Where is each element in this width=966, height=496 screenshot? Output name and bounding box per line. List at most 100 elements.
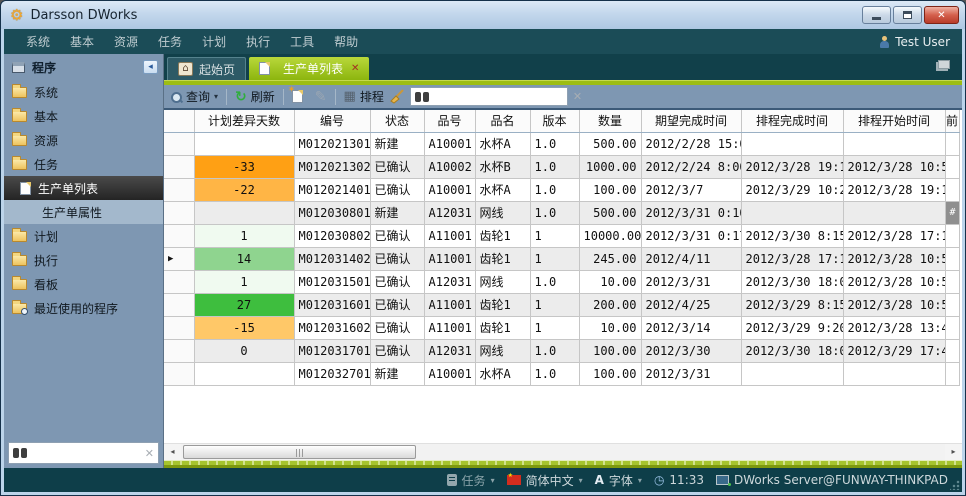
clear-schedule-button[interactable] [389,89,405,104]
cell-status[interactable]: 新建 [370,132,424,155]
cell-due[interactable]: 2012/3/31 [641,270,741,293]
table-row[interactable]: M012032701新建A10001水杯A1.0100.002012/3/31 [164,362,959,385]
menu-item[interactable]: 执行 [236,33,280,50]
column-header[interactable]: 编号 [294,110,370,132]
cell-diff[interactable]: -15 [194,316,294,339]
sidebar-search-input[interactable] [31,447,141,460]
cell-order_no[interactable]: M012031602 [294,316,370,339]
row-selector-cell[interactable] [164,178,194,201]
cell-order_no[interactable]: M012021302 [294,155,370,178]
cell-item_name[interactable]: 网线 [475,339,530,362]
cell-diff[interactable] [194,132,294,155]
cell-diff[interactable]: 0 [194,339,294,362]
cell-status[interactable]: 已确认 [370,224,424,247]
column-header[interactable]: 版本 [530,110,579,132]
cell-version[interactable]: 1.0 [530,155,579,178]
scroll-right-button[interactable]: ▸ [945,444,962,460]
row-selector-cell[interactable] [164,339,194,362]
cell-order_no[interactable]: M012032701 [294,362,370,385]
statusbar-task-menu[interactable]: 任务 ▾ [447,472,495,489]
cell-due[interactable]: 2012/3/14 [641,316,741,339]
cell-item_no[interactable]: A12031 [424,201,475,224]
collapse-sidebar-button[interactable]: ◂ [143,60,158,74]
tab-start-page[interactable]: ⌂ 起始页 [167,57,246,80]
cell-due[interactable]: 2012/3/7 [641,178,741,201]
cell-item_no[interactable]: A10001 [424,132,475,155]
cell-item_name[interactable]: 水杯B [475,155,530,178]
horizontal-scrollbar[interactable]: ◂ ▸ [164,443,962,460]
column-header[interactable]: 前 [945,110,959,132]
cell-sched_start[interactable] [843,201,945,224]
cell-diff[interactable]: -33 [194,155,294,178]
cell-status[interactable]: 已确认 [370,247,424,270]
cell-status[interactable]: 已确认 [370,339,424,362]
sidebar-item[interactable]: 生产单属性 [4,200,163,224]
new-button[interactable]: ✶ [292,90,310,103]
cell-qty[interactable]: 500.00 [579,132,641,155]
cell-qty[interactable]: 100.00 [579,362,641,385]
cell-version[interactable]: 1 [530,293,579,316]
query-button[interactable]: 查询 ▾ [170,88,218,105]
overflow-marker-cell[interactable] [945,132,959,155]
cell-version[interactable]: 1.0 [530,270,579,293]
cell-due[interactable]: 2012/3/31 0:10 [641,201,741,224]
cell-version[interactable]: 1.0 [530,178,579,201]
menu-item[interactable]: 资源 [104,33,148,50]
cell-item_no[interactable]: A12031 [424,339,475,362]
cell-sched_start[interactable]: 2012/3/28 17:13 [843,224,945,247]
overflow-marker-cell[interactable] [945,316,959,339]
cell-version[interactable]: 1.0 [530,132,579,155]
cell-diff[interactable]: -22 [194,178,294,201]
cell-item_no[interactable]: A11001 [424,293,475,316]
cell-sched_start[interactable]: 2012/3/28 10:52 [843,155,945,178]
cell-sched_start[interactable] [843,132,945,155]
cell-version[interactable]: 1 [530,316,579,339]
row-selector-cell[interactable] [164,270,194,293]
cell-item_name[interactable]: 齿轮1 [475,316,530,339]
cell-item_no[interactable]: A10002 [424,155,475,178]
cell-item_no[interactable]: A10001 [424,362,475,385]
window-list-icon[interactable] [938,60,950,69]
cell-status[interactable]: 已确认 [370,155,424,178]
cell-diff[interactable] [194,362,294,385]
table-row[interactable]: M012030801新建A12031网线1.0500.002012/3/31 0… [164,201,959,224]
cell-diff[interactable]: 27 [194,293,294,316]
overflow-marker-cell[interactable] [945,362,959,385]
sidebar-search-clear-icon[interactable]: ✕ [145,447,154,460]
cell-sched_start[interactable] [843,362,945,385]
table-row[interactable]: -33M012021302已确认A10002水杯B1.01000.00 2012/… [164,155,959,178]
cell-order_no[interactable]: M012021401 [294,178,370,201]
cell-sched_start[interactable]: 2012/3/28 13:40 [843,316,945,339]
cell-qty[interactable]: 245.00 [579,247,641,270]
menu-item[interactable]: 任务 [148,33,192,50]
cell-sched_start[interactable]: 2012/3/28 10:52 [843,247,945,270]
table-row[interactable]: 1M012031501已确认A12031网线1.010.002012/3/312… [164,270,959,293]
table-row[interactable]: -15M012031602已确认A11001齿轮1110.002012/3/14… [164,316,959,339]
table-row[interactable]: 1M012030802已确认A11001齿轮1110000.002012/3/3… [164,224,959,247]
sidebar-item[interactable]: 计划 [4,224,163,248]
close-button[interactable]: ✕ [924,6,959,24]
cell-item_name[interactable]: 齿轮1 [475,247,530,270]
row-selector-cell[interactable] [164,316,194,339]
row-selector-cell[interactable] [164,362,194,385]
menu-item[interactable]: 系统 [16,33,60,50]
cell-item_no[interactable]: A10001 [424,178,475,201]
minimize-button[interactable] [862,6,891,24]
cell-due[interactable]: 2012/2/28 15:00 [641,132,741,155]
resize-grip-icon[interactable] [950,480,960,490]
sidebar-item[interactable]: 资源 [4,128,163,152]
column-header[interactable]: 排程开始时间 [843,110,945,132]
cell-qty[interactable]: 10.00 [579,316,641,339]
cell-item_name[interactable]: 水杯A [475,132,530,155]
cell-sched_end[interactable] [741,201,843,224]
sidebar-item[interactable]: 任务 [4,152,163,176]
toolbar-search-input[interactable] [433,90,563,103]
overflow-marker-cell[interactable] [945,155,959,178]
cell-qty[interactable]: 1000.00 [579,155,641,178]
column-header[interactable]: 品号 [424,110,475,132]
cell-item_no[interactable]: A11001 [424,224,475,247]
column-header[interactable]: 计划差异天数 [194,110,294,132]
column-header[interactable]: 品名 [475,110,530,132]
toolbar-search-clear-icon[interactable]: ✕ [573,90,582,103]
cell-order_no[interactable]: M012030801 [294,201,370,224]
